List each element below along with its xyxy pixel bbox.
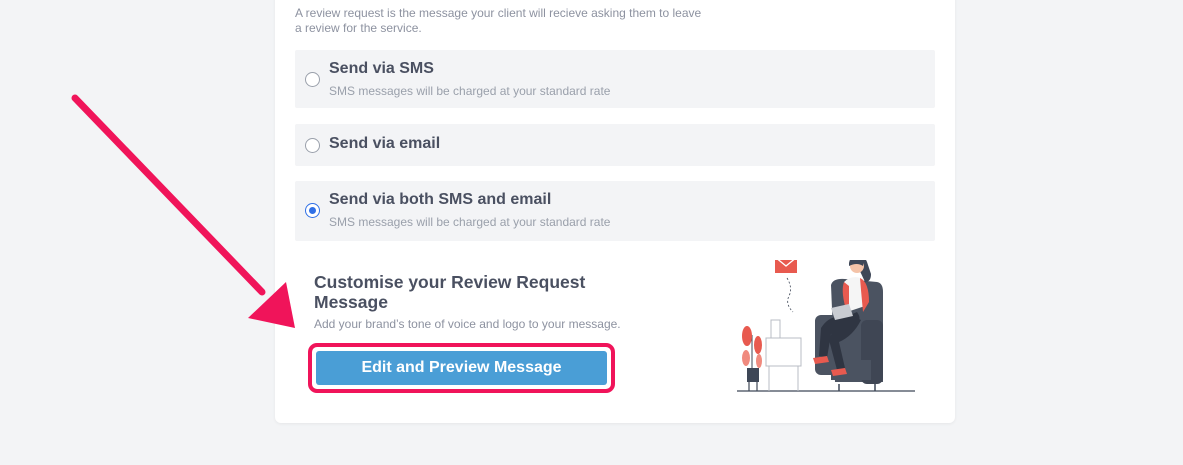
option-title: Send via SMS — [329, 60, 434, 77]
option-title: Send via email — [329, 135, 441, 152]
review-request-description: A review request is the message your cli… — [295, 6, 765, 36]
option-title: Send via both SMS and email — [329, 191, 552, 208]
edit-and-preview-button[interactable]: Edit and Preview Message — [316, 351, 607, 385]
option-send-via-sms[interactable]: Send via SMS SMS messages will be charge… — [295, 50, 935, 108]
edit-button-highlight: Edit and Preview Message — [308, 343, 615, 393]
description-line-1: A review request is the message your cli… — [295, 6, 702, 20]
radio-sms[interactable] — [305, 72, 320, 87]
review-request-card: A review request is the message your cli… — [275, 0, 955, 423]
plant-icon — [742, 326, 762, 391]
radio-email[interactable] — [305, 138, 320, 153]
option-send-via-email[interactable]: Send via email — [295, 124, 935, 166]
option-send-via-both[interactable]: Send via both SMS and email SMS messages… — [295, 181, 935, 241]
option-subtitle: SMS messages will be charged at your sta… — [329, 215, 611, 229]
person-with-laptop-illustration — [737, 260, 915, 392]
envelope-icon — [775, 260, 797, 273]
description-line-2: a review for the service. — [295, 21, 422, 35]
customise-subtitle: Add your brand’s tone of voice and logo … — [314, 317, 621, 331]
option-subtitle: SMS messages will be charged at your sta… — [329, 84, 611, 98]
radio-both[interactable] — [305, 203, 320, 218]
customise-title: Customise your Review Request Message — [314, 272, 586, 312]
